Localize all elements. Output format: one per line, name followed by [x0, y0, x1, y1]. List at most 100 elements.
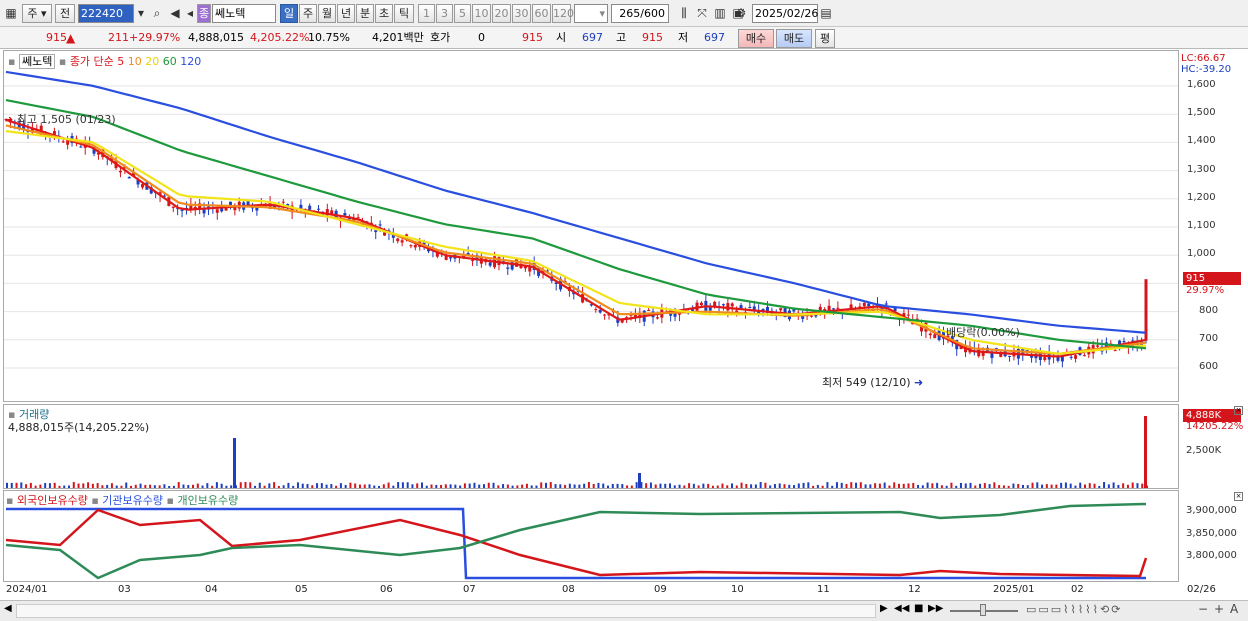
- candle-body: [603, 314, 607, 316]
- volume-bar: [1103, 482, 1106, 488]
- volume-bar: [397, 482, 400, 488]
- volume-bar: [745, 484, 748, 488]
- candle-body: [383, 232, 387, 236]
- volume-bar: [902, 483, 905, 488]
- volume-spike: [638, 473, 641, 488]
- volume-bar: [1041, 484, 1044, 488]
- volume-bar: [540, 482, 543, 488]
- volume-bar: [573, 484, 576, 488]
- candle-body: [281, 201, 285, 203]
- volume-bar: [292, 485, 295, 488]
- volume-bar: [254, 485, 257, 488]
- volume-bar: [110, 483, 113, 488]
- candle-body: [171, 206, 175, 208]
- volume-bar: [177, 482, 180, 488]
- volume-bar: [988, 484, 991, 488]
- volume-bar: [874, 483, 877, 488]
- volume-bar: [869, 484, 872, 488]
- volume-bar: [711, 485, 714, 488]
- volume-bar: [697, 485, 700, 488]
- volume-bar: [1074, 485, 1077, 488]
- volume-bar: [39, 484, 42, 488]
- candle-body: [647, 309, 651, 311]
- volume-bar: [1050, 484, 1053, 488]
- volume-bar: [182, 484, 185, 488]
- volume-bar: [25, 484, 28, 488]
- candle-body: [699, 302, 703, 306]
- candle-body: [730, 303, 734, 307]
- ma-5: 5: [117, 55, 125, 68]
- volume-bar: [1136, 483, 1139, 488]
- volume-bar: [673, 485, 676, 488]
- volume-bar: [330, 484, 333, 488]
- candle-body: [708, 307, 712, 311]
- stop-icon[interactable]: ■: [914, 603, 923, 614]
- volume-bar: [998, 485, 1001, 488]
- volume-bar: [845, 484, 848, 488]
- x-label: 11: [817, 584, 830, 595]
- volume-bar: [153, 485, 156, 488]
- volume-bar: [163, 484, 166, 488]
- volume-bar: [1117, 484, 1120, 488]
- candle-body: [691, 309, 695, 311]
- volume-bar: [249, 482, 252, 488]
- volume-bar: [115, 485, 118, 488]
- volume-bar: [669, 483, 672, 488]
- ma-20: 20: [145, 55, 160, 68]
- close-icon[interactable]: ×: [1234, 406, 1243, 415]
- volume-bar: [430, 484, 433, 488]
- volume-bar: [630, 485, 633, 488]
- close-icon[interactable]: ×: [1234, 492, 1243, 501]
- volume-bar: [287, 482, 290, 488]
- horizontal-scrollbar[interactable]: [16, 604, 876, 618]
- volume-bar: [339, 483, 342, 488]
- individual-holding-line: [5, 502, 1147, 580]
- zoom-out-icon[interactable]: −: [1198, 602, 1208, 616]
- volume-bar: [130, 485, 133, 488]
- ma-label[interactable]: 종가 단순: [70, 55, 114, 68]
- volume-bar: [15, 482, 18, 488]
- volume-bar: [459, 485, 462, 488]
- volume-bar: [1060, 482, 1063, 488]
- zoom-slider-handle[interactable]: [980, 604, 986, 616]
- candle-body: [66, 140, 70, 145]
- volume-bar: [554, 484, 557, 488]
- stock-tag[interactable]: 쎄노텍: [18, 54, 56, 69]
- volume-bar: [716, 485, 719, 488]
- volume-bar: [859, 482, 862, 488]
- volume-bar: [473, 482, 476, 488]
- volume-bar: [378, 485, 381, 488]
- volume-bar: [316, 483, 319, 488]
- individual-holding-label[interactable]: 개인보유수량: [177, 494, 238, 507]
- volume-bar: [382, 484, 385, 488]
- volume-bar: [578, 484, 581, 488]
- volume-bar: [344, 484, 347, 488]
- foreign-holding-label[interactable]: 외국인보유수량: [17, 494, 88, 507]
- volume-bar: [63, 485, 66, 488]
- drawing-tools-icons[interactable]: ▭▭▭⌇⌇⌇⌇⌇⟲⟳: [1026, 603, 1122, 616]
- rewind-icon[interactable]: ◀◀: [894, 603, 909, 614]
- forward-icon[interactable]: ▶▶: [928, 603, 943, 614]
- candle-body: [400, 240, 404, 243]
- volume-bar: [602, 483, 605, 488]
- volume-bar: [411, 484, 414, 488]
- x-label: 10: [731, 584, 744, 595]
- volume-bar: [525, 483, 528, 488]
- candle-body: [1043, 357, 1047, 360]
- candle-body: [809, 315, 813, 317]
- volume-bar: [425, 485, 428, 488]
- volume-bar: [1112, 482, 1115, 488]
- volume-bar: [48, 483, 51, 488]
- volume-bar: [1036, 482, 1039, 488]
- candle-body: [118, 170, 122, 173]
- volume-bar: [10, 482, 13, 488]
- zoom-in-icon[interactable]: +: [1214, 602, 1224, 616]
- institution-holding-label[interactable]: 기관보유수량: [102, 494, 163, 507]
- candle-body: [721, 304, 725, 306]
- volume-bar: [58, 485, 61, 488]
- scroll-left-icon[interactable]: ◀: [4, 603, 12, 614]
- scroll-right-icon[interactable]: ▶: [880, 603, 888, 614]
- candle-body: [1113, 350, 1117, 352]
- font-size-icon[interactable]: A: [1230, 602, 1238, 616]
- volume-bar: [530, 485, 533, 488]
